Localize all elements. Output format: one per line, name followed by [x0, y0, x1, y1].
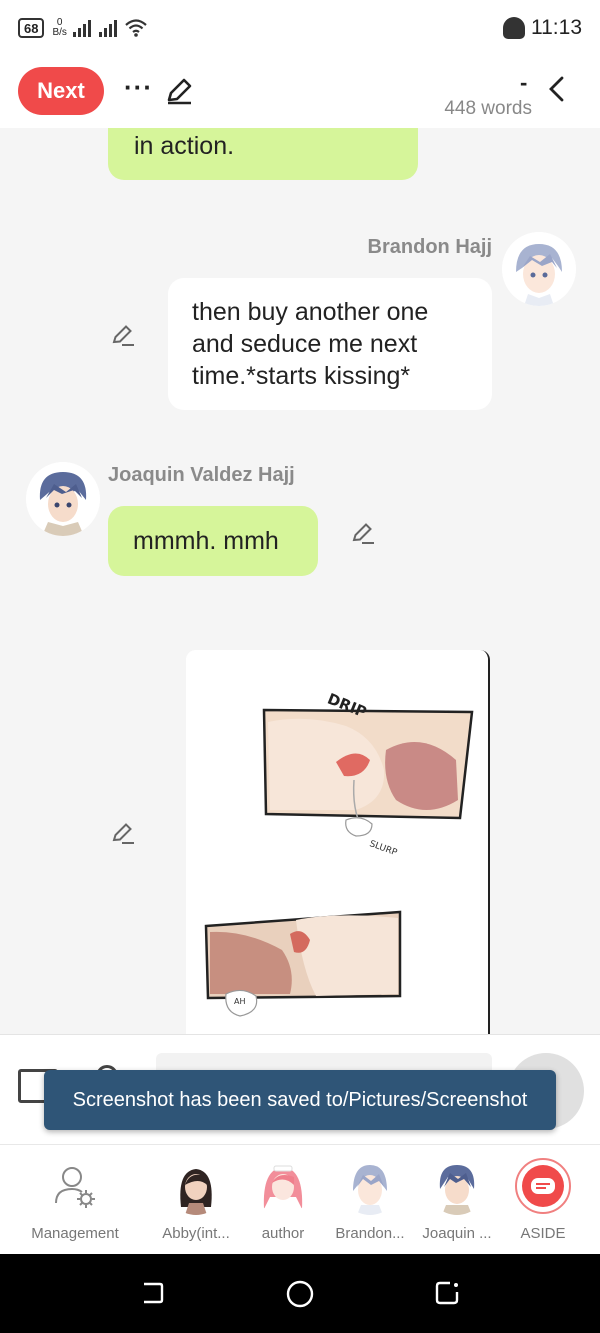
message-bubble[interactable]: in action. — [108, 128, 418, 180]
edit-pencil-icon[interactable] — [164, 76, 194, 106]
battery-icon: 68 — [18, 18, 45, 38]
avatar — [254, 1157, 312, 1215]
system-navigation-bar — [0, 1254, 600, 1333]
chat-bubble-icon — [515, 1158, 571, 1214]
editor-header: Next ··· - 448 words — [0, 56, 600, 128]
image-message[interactable]: DRIP SLURP AH — [186, 650, 490, 1034]
avatar — [428, 1157, 486, 1215]
comic-sfx: AH — [234, 997, 246, 1006]
edit-message-icon[interactable] — [350, 520, 376, 546]
tab-label: Brandon... — [335, 1225, 405, 1242]
tab-label: Joaquin ... — [422, 1225, 492, 1242]
message-bubble[interactable]: mmmh. mmh — [108, 506, 318, 576]
word-count: 448 words — [444, 98, 532, 119]
person-gear-icon — [55, 1167, 95, 1208]
avatar — [341, 1157, 399, 1215]
battery-level: 68 — [24, 20, 39, 36]
tab-label: ASIDE — [520, 1225, 566, 1242]
tab-author[interactable]: author — [233, 1157, 333, 1242]
tab-abby[interactable]: Abby(int... — [146, 1157, 246, 1242]
tab-label: Management — [31, 1225, 119, 1242]
sender-name: Brandon Hajj — [367, 236, 492, 258]
tab-brandon[interactable]: Brandon... — [320, 1157, 420, 1242]
edit-message-icon[interactable] — [110, 322, 136, 348]
net-speed-unit: B/s — [52, 27, 67, 38]
tab-label: author — [261, 1225, 305, 1242]
tab-joaquin[interactable]: Joaquin ... — [407, 1157, 507, 1242]
tab-management[interactable]: Management — [25, 1157, 125, 1242]
wifi-icon — [125, 19, 147, 37]
signal-icon-2 — [98, 19, 117, 37]
edit-message-icon[interactable] — [110, 820, 136, 846]
back-icon[interactable] — [434, 1280, 460, 1306]
tab-aside[interactable]: ASIDE — [493, 1157, 593, 1242]
more-options-button[interactable]: ··· — [124, 72, 153, 103]
message-text: mmmh. mmh — [133, 527, 279, 555]
clock: 11:13 — [531, 16, 582, 39]
network-speed: 0 B/s — [52, 18, 66, 38]
avatar-brandon[interactable] — [502, 232, 576, 306]
comic-panels-image: DRIP SLURP AH — [186, 650, 488, 1034]
home-icon[interactable] — [286, 1280, 314, 1308]
recent-apps-icon[interactable] — [140, 1280, 166, 1306]
sender-name: Joaquin Valdez Hajj — [108, 464, 295, 486]
tab-label: Abby(int... — [162, 1225, 230, 1242]
message-text: then buy another one and seduce me next … — [192, 298, 429, 390]
signal-icon — [72, 19, 91, 37]
chat-area[interactable]: in action. Brandon Hajj then buy another… — [0, 128, 600, 1034]
character-tabs: Management Abby(int... author Brandon...… — [0, 1144, 600, 1254]
message-bubble[interactable]: then buy another one and seduce me next … — [168, 278, 492, 410]
status-bar: 68 0 B/s 11:13 — [0, 0, 600, 56]
next-button[interactable]: Next — [18, 67, 104, 115]
avatar-joaquin[interactable] — [26, 462, 100, 536]
snapchat-ghost-icon — [503, 17, 525, 39]
screenshot-toast: Screenshot has been saved to/Pictures/Sc… — [44, 1070, 556, 1130]
dash-marker: - — [520, 70, 528, 95]
back-chevron-icon[interactable] — [544, 74, 570, 104]
avatar — [167, 1157, 225, 1215]
message-text: in action. — [134, 132, 235, 160]
